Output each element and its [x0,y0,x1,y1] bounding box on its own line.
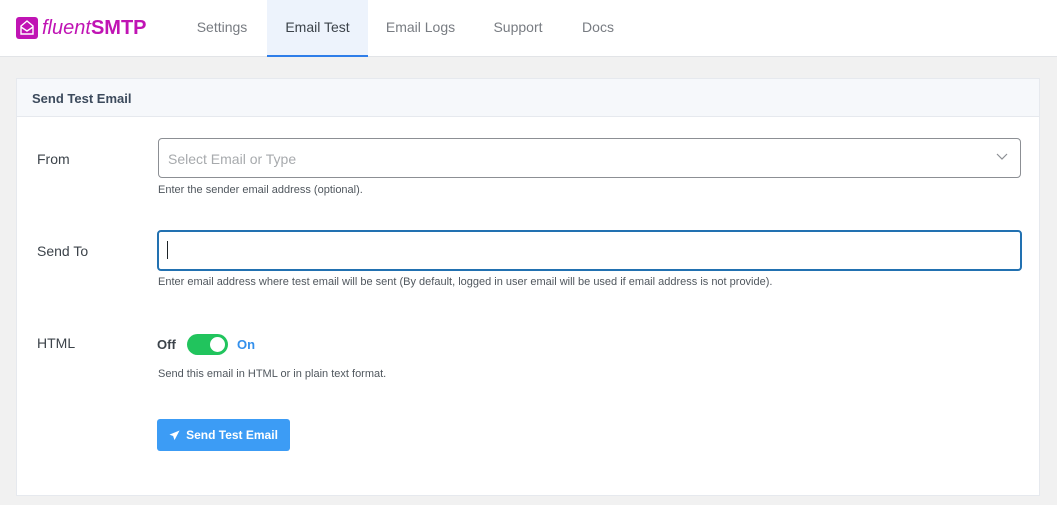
html-help-text: Send this email in HTML or in plain text… [158,368,387,380]
paper-plane-icon [169,429,180,440]
from-help-text: Enter the sender email address (optional… [158,184,363,196]
send-to-help-text: Enter email address where test email wil… [158,276,773,288]
toggle-on-label: On [237,337,256,352]
send-test-email-button-label: Send Test Email [186,428,278,442]
tab-email-logs[interactable]: Email Logs [368,0,473,57]
tab-docs[interactable]: Docs [563,0,633,57]
html-toggle-switch[interactable] [187,334,228,355]
logo-suffix: SMTP [90,17,147,39]
tab-email-test[interactable]: Email Test [267,0,368,57]
from-label: From [37,151,70,167]
from-email-select[interactable]: Select Email or Type [158,138,1021,178]
toggle-off-label: Off [157,337,176,352]
text-cursor [167,241,168,259]
send-test-email-card: Send Test Email From Select Email or Typ… [16,78,1040,496]
tab-support[interactable]: Support [473,0,563,57]
envelope-logo-icon [16,17,38,39]
card-title: Send Test Email [32,91,132,106]
send-to-input[interactable] [157,230,1022,271]
from-select-placeholder: Select Email or Type [168,151,297,167]
toggle-knob [210,337,225,352]
logo-text: fluentSMTP [42,16,147,40]
tab-settings[interactable]: Settings [177,0,267,57]
html-label: HTML [37,335,76,351]
top-navigation-bar: fluentSMTP Settings Email Test Email Log… [0,0,1057,57]
fluentsmtp-logo[interactable]: fluentSMTP [16,15,147,41]
card-header: Send Test Email [17,79,1039,117]
logo-prefix: fluent [42,17,91,39]
chevron-down-icon [996,153,1008,160]
send-test-email-button[interactable]: Send Test Email [157,419,290,451]
send-to-label: Send To [37,243,89,259]
